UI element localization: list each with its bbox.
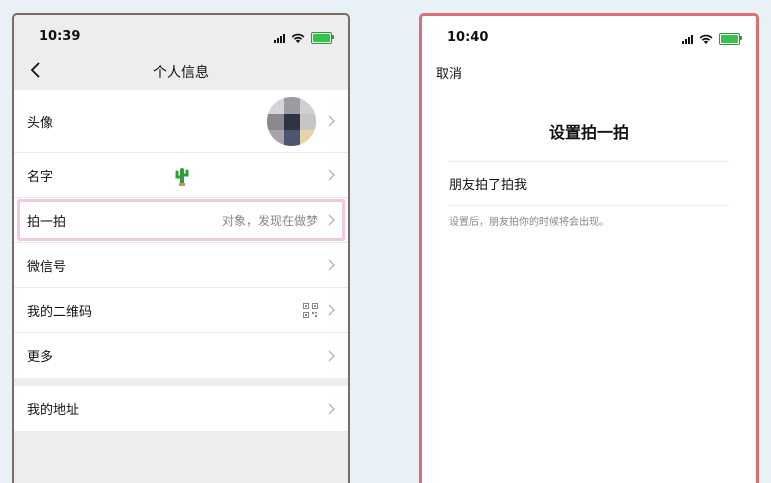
pat-settings-screen: 10:40 取消 设置拍一拍 朋友拍了拍我 设置后，朋友拍你的时候将会出现。 [419,13,759,483]
qr-code-row[interactable]: 我的二维码 [14,288,348,333]
nav-bar: 取消 [422,58,756,88]
profile-screen: 10:39 个人信息 头像 名字 拍一拍 对象，发现在做梦 微信号 我的二维码 … [12,13,350,483]
row-label: 头像 [27,115,54,131]
more-row[interactable]: 更多 [14,333,348,378]
status-time: 10:40 [447,30,489,45]
signal-icon [682,34,693,44]
battery-icon [719,33,742,45]
status-icons [682,33,742,45]
pat-text-field[interactable]: 朋友拍了拍我 [449,162,729,205]
cancel-button[interactable]: 取消 [436,63,462,82]
name-row[interactable]: 名字 [14,153,348,198]
section-gap [14,378,348,386]
status-bar: 10:39 [14,15,348,57]
wifi-icon [291,33,305,43]
address-list: 我的地址 [14,386,348,431]
cactus-icon [175,168,189,186]
wechat-id-row[interactable]: 微信号 [14,243,348,288]
row-label: 拍一拍 [27,214,67,230]
page-title: 个人信息 [153,65,209,81]
row-label: 更多 [27,350,54,365]
qr-code-icon [303,303,318,318]
status-time: 10:39 [39,29,81,44]
row-label: 我的二维码 [27,304,93,320]
avatar [267,97,316,146]
chevron-right-icon [328,115,335,127]
address-row[interactable]: 我的地址 [14,386,348,431]
chevron-right-icon [328,214,335,226]
row-label: 名字 [27,169,54,185]
avatar-row[interactable]: 头像 [14,90,348,153]
status-icons [274,32,334,44]
nav-bar: 个人信息 [14,57,348,87]
chevron-right-icon [328,169,335,181]
status-bar: 10:40 [422,16,756,58]
chevron-right-icon [328,304,335,316]
battery-icon [311,32,334,44]
row-label: 我的地址 [27,403,80,418]
signal-icon [274,33,285,43]
pat-value: 对象，发现在做梦 [221,213,318,228]
chevron-right-icon [328,403,335,414]
pat-row[interactable]: 拍一拍 对象，发现在做梦 [14,198,348,243]
chevron-right-icon [328,350,335,361]
hint-text: 设置后，朋友拍你的时候将会出现。 [449,217,609,228]
settings-title: 设置拍一拍 [548,123,629,142]
chevron-right-icon [328,259,335,271]
wifi-icon [699,34,713,44]
row-label: 微信号 [27,259,67,275]
profile-list: 头像 名字 拍一拍 对象，发现在做梦 微信号 我的二维码 更多 [14,90,348,378]
